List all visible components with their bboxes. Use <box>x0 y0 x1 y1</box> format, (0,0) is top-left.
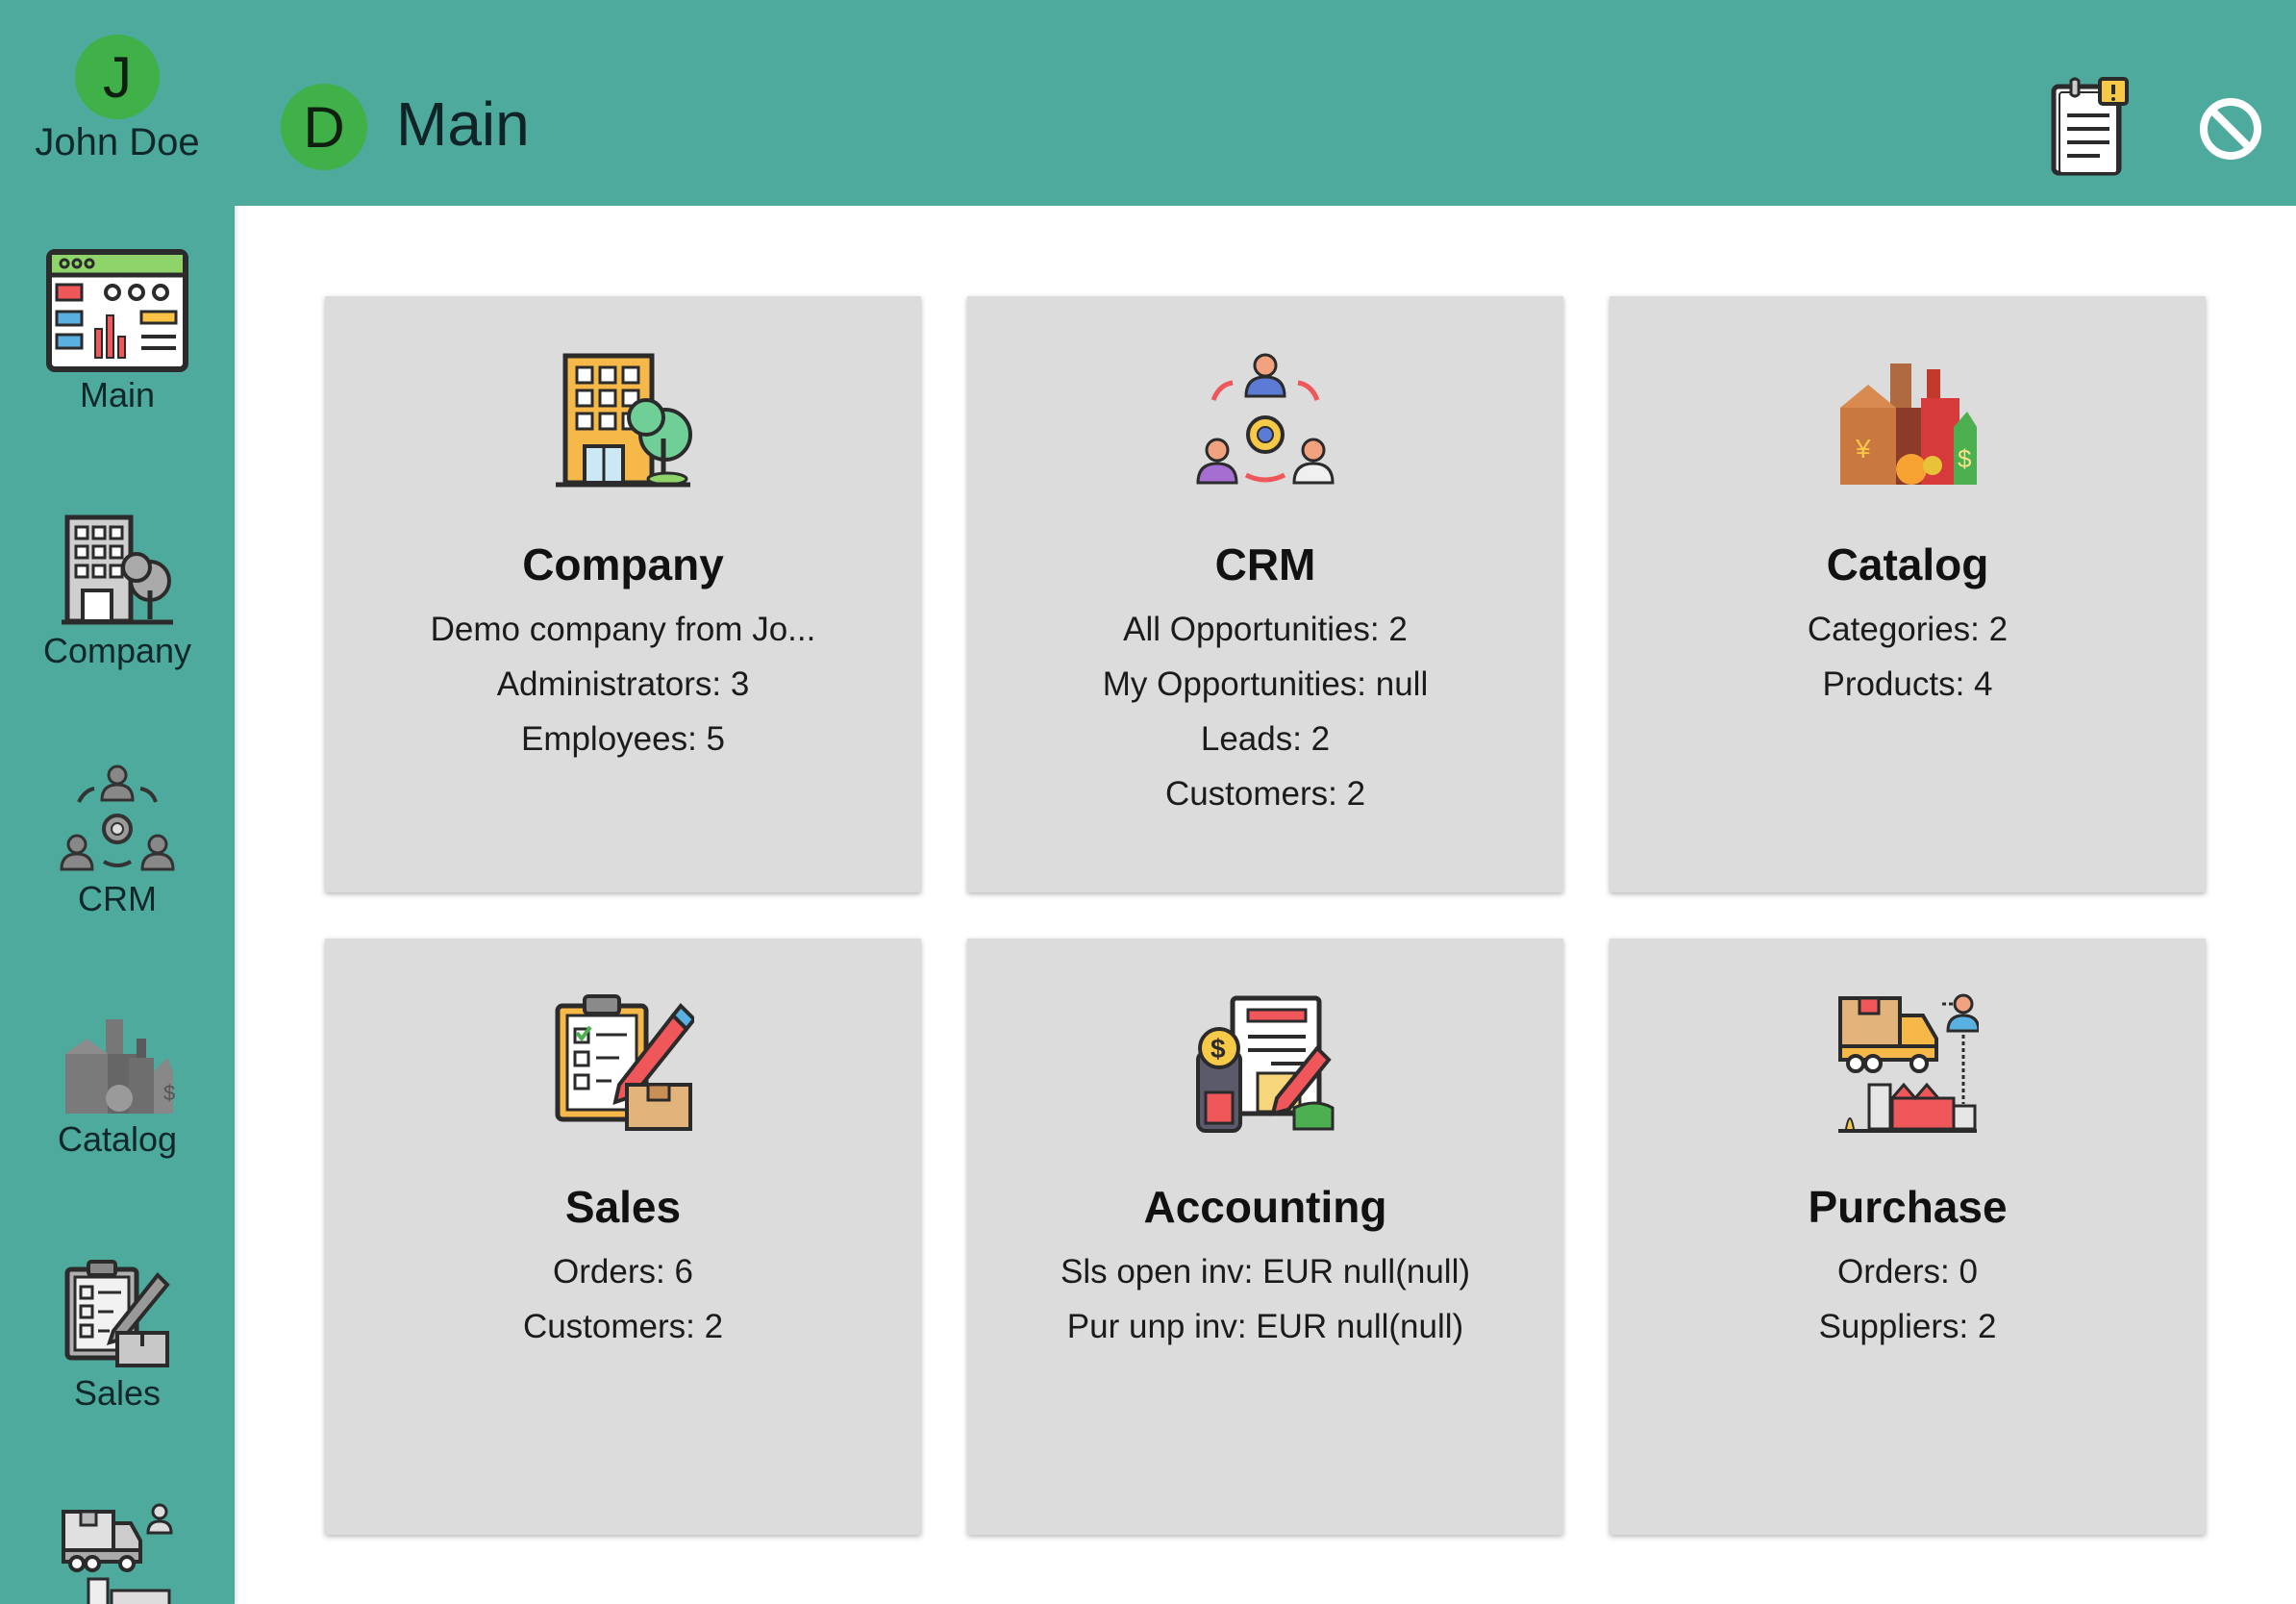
card-title: Sales <box>564 1182 682 1232</box>
card-title: Company <box>522 539 724 589</box>
notes-icon <box>2051 77 2129 176</box>
card-purchase[interactable]: Purchase Orders: 0 Suppliers: 2 <box>1610 939 2206 1535</box>
card-title: CRM <box>1214 539 1316 589</box>
svg-text:¥: ¥ <box>1855 434 1871 464</box>
svg-text:$: $ <box>163 1081 175 1105</box>
card-stats: Categories: 2 Products: 4 <box>1610 602 2206 712</box>
logout-button[interactable] <box>2196 94 2265 163</box>
sidebar-item-label: CRM <box>78 879 157 918</box>
notes-button[interactable] <box>2046 77 2134 177</box>
card-company[interactable]: Company Demo company from Jo... Administ… <box>325 296 921 892</box>
card-line: Orders: 0 <box>1837 1253 1978 1291</box>
card-line: Customers: 2 <box>522 1308 724 1345</box>
company-building-icon <box>556 353 692 488</box>
purchase-truck-icon <box>62 1503 173 1604</box>
sidebar-item-label: Company <box>42 631 192 670</box>
sidebar-item-main[interactable]: Main <box>0 248 235 415</box>
crm-people-icon <box>1196 353 1335 485</box>
card-catalog[interactable]: ¥ $ Catalog Categories: 2 Products: 4 <box>1610 296 2206 892</box>
sidebar-item-label: Sales <box>73 1373 162 1413</box>
card-line: Customers: 2 <box>1164 775 1366 813</box>
app-header: D Main <box>235 0 2296 206</box>
card-line: Suppliers: 2 <box>1818 1308 1997 1345</box>
card-stats: Orders: 6 Customers: 2 <box>325 1244 921 1354</box>
sidebar-item-catalog[interactable]: $ Catalog <box>0 1015 235 1160</box>
sidebar: J John Doe Main Company CRM $ Catalog Sa… <box>0 0 235 1604</box>
card-line: Orders: 6 <box>553 1253 693 1291</box>
purchase-truck-icon <box>1838 993 1979 1133</box>
sidebar-item-purchase[interactable] <box>0 1502 235 1604</box>
sidebar-item-sales[interactable]: Sales <box>0 1256 235 1414</box>
card-title: Accounting <box>1143 1182 1387 1232</box>
user-name: John Doe <box>35 121 200 163</box>
crm-people-icon <box>60 764 175 871</box>
card-stats: Orders: 0 Suppliers: 2 <box>1610 1244 2206 1354</box>
card-line: Employees: 5 <box>520 720 726 758</box>
dashboard-icon <box>46 249 188 372</box>
sidebar-item-company[interactable]: Company <box>0 514 235 671</box>
svg-text:$: $ <box>1958 444 1972 473</box>
svg-text:$: $ <box>1210 1034 1226 1064</box>
sales-clipboard-icon <box>64 1260 170 1367</box>
company-building-icon <box>62 514 173 625</box>
card-line: My Opportunities: null <box>1102 665 1429 703</box>
card-line: Categories: 2 <box>1807 611 2009 648</box>
card-line: Demo company from Jo... <box>430 611 816 648</box>
card-title: Purchase <box>1808 1182 2008 1232</box>
card-line: Leads: 2 <box>1200 720 1331 758</box>
user-profile[interactable]: J John Doe <box>0 35 235 164</box>
card-stats: All Opportunities: 2 My Opportunities: n… <box>967 602 1563 821</box>
sidebar-item-crm[interactable]: CRM <box>0 762 235 919</box>
sales-clipboard-icon <box>555 994 694 1131</box>
page-title: Main <box>396 89 530 159</box>
sidebar-item-label: Catalog <box>57 1119 178 1159</box>
card-stats: Demo company from Jo... Administrators: … <box>325 602 921 766</box>
card-line: Administrators: 3 <box>496 665 750 703</box>
accounting-invoice-icon: $ <box>1196 995 1335 1133</box>
card-accounting[interactable]: $ Accounting Sls open inv: EUR null(null… <box>967 939 1563 1535</box>
catalog-products-icon: $ <box>65 1019 175 1114</box>
card-title: Catalog <box>1826 539 1989 589</box>
card-line: All Opportunities: 2 <box>1123 611 1408 648</box>
card-sales[interactable]: Sales Orders: 6 Customers: 2 <box>325 939 921 1535</box>
catalog-products-icon: ¥ $ <box>1840 363 1977 485</box>
company-avatar[interactable]: D <box>281 84 367 170</box>
user-avatar[interactable]: J <box>75 35 160 119</box>
card-line: Pur unp inv: EUR null(null) <box>1066 1308 1464 1345</box>
logout-icon <box>2200 98 2261 160</box>
card-line: Products: 4 <box>1822 665 1993 703</box>
card-stats: Sls open inv: EUR null(null) Pur unp inv… <box>967 1244 1563 1354</box>
card-crm[interactable]: CRM All Opportunities: 2 My Opportunitie… <box>967 296 1563 892</box>
card-line: Sls open inv: EUR null(null) <box>1060 1253 1470 1291</box>
sidebar-item-label: Main <box>79 375 156 414</box>
